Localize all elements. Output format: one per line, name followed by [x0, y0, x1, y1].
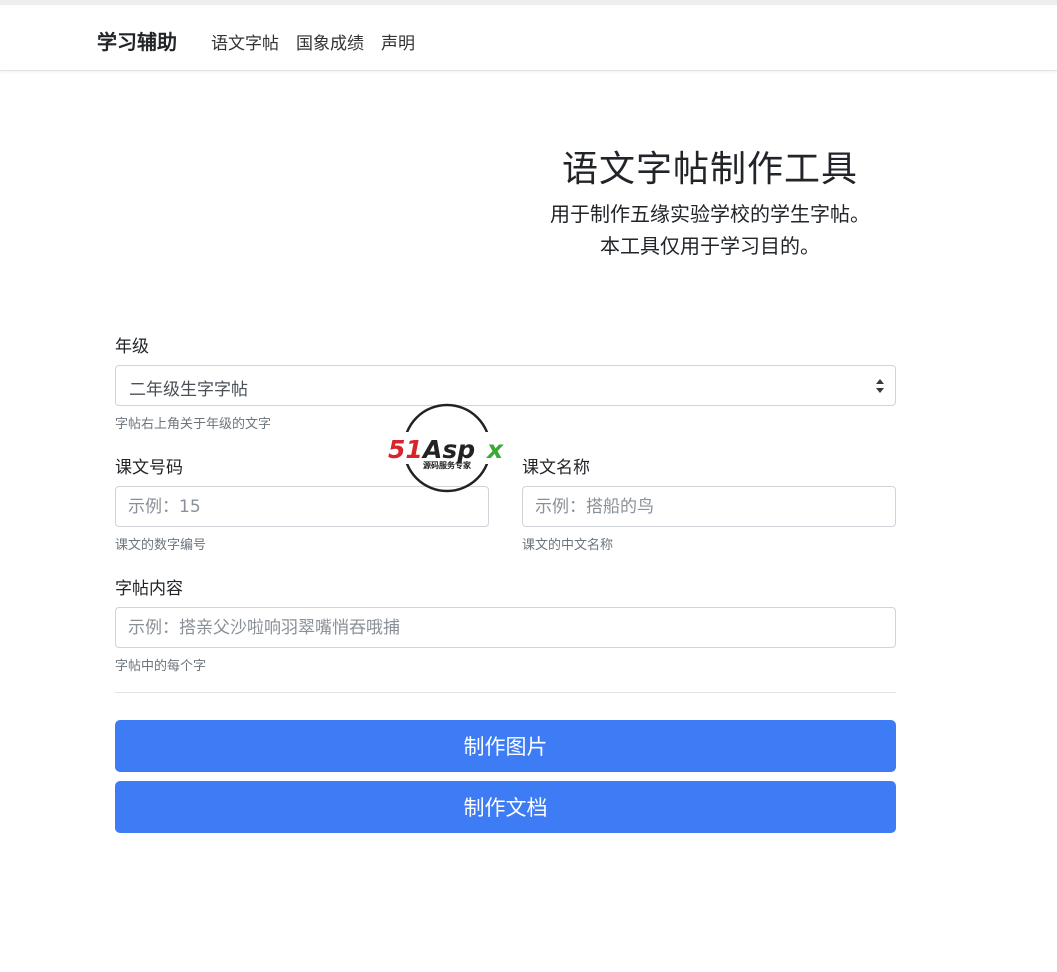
page-subtitle-line-1: 用于制作五缘实验学校的学生字帖。	[550, 202, 870, 226]
content-help: 字帖中的每个字	[115, 659, 207, 674]
svg-text:51: 51	[388, 435, 423, 464]
make-document-button[interactable]: 制作文档	[115, 781, 896, 833]
content-label: 字帖内容	[115, 579, 183, 599]
lesson-name-input[interactable]	[522, 486, 896, 527]
content-input[interactable]	[115, 607, 896, 648]
watermark-logo: 51 Asp x 源码服务专家	[386, 402, 512, 494]
lesson-number-label: 课文号码	[115, 458, 183, 478]
form-divider	[115, 692, 896, 693]
page-subtitle-line-2: 本工具仅用于学习目的。	[600, 234, 820, 258]
nav-links: 语文字帖 国象成绩 声明	[211, 29, 415, 54]
grade-label: 年级	[115, 337, 149, 357]
make-image-button[interactable]: 制作图片	[115, 720, 896, 772]
lesson-name-label: 课文名称	[522, 458, 590, 478]
grade-select-value: 二年级生字字帖	[129, 380, 248, 400]
nav-link-calligraphy[interactable]: 语文字帖	[211, 29, 279, 54]
nav-link-chess-scores[interactable]: 国象成绩	[296, 29, 364, 54]
navbar: 学习辅助 语文字帖 国象成绩 声明	[0, 9, 1057, 71]
watermark-logo-graphic: 51 Asp x 源码服务专家	[388, 403, 510, 493]
grade-help: 字帖右上角关于年级的文字	[115, 417, 272, 432]
svg-text:源码服务专家: 源码服务专家	[423, 460, 472, 470]
lesson-number-help: 课文的数字编号	[115, 538, 207, 553]
page-title: 语文字帖制作工具	[561, 149, 858, 190]
top-strip	[0, 0, 1057, 9]
lesson-name-help: 课文的中文名称	[522, 538, 614, 553]
brand-link[interactable]: 学习辅助	[97, 26, 177, 55]
grade-select[interactable]: 二年级生字字帖	[115, 365, 896, 406]
select-caret-icon	[876, 379, 884, 393]
svg-text:Asp: Asp	[421, 435, 475, 464]
svg-text:x: x	[485, 435, 504, 464]
nav-link-statement[interactable]: 声明	[381, 29, 415, 54]
